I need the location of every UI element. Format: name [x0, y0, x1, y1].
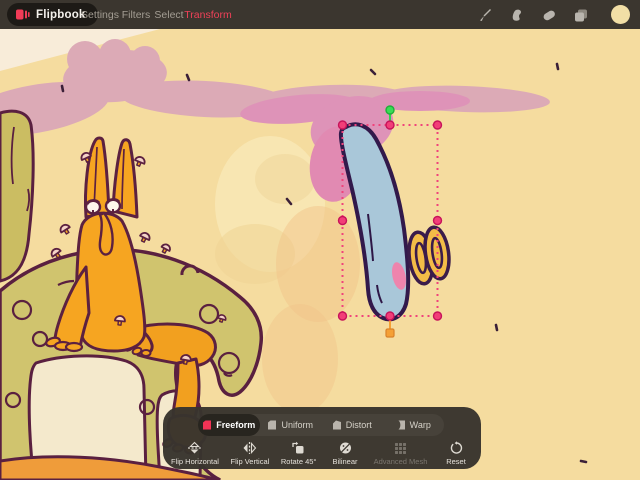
rotate-45-button[interactable]: Rotate 45°	[281, 441, 316, 467]
transform-mode-segments: Freeform Uniform Distort Warp	[198, 414, 444, 436]
reset-button[interactable]: Reset	[439, 441, 473, 467]
uniform-icon	[268, 420, 277, 430]
menu-filters[interactable]: Filters	[122, 0, 151, 29]
brush-tool-button[interactable]	[472, 0, 498, 29]
smudge-tool-button[interactable]	[504, 0, 530, 29]
bilinear-icon	[339, 442, 351, 454]
flip-horizontal-button[interactable]: Flip Horizontal	[171, 441, 219, 467]
menu-transform[interactable]: Transform	[184, 0, 231, 29]
freeform-icon	[203, 420, 212, 430]
mode-warp[interactable]: Warp	[383, 414, 445, 436]
color-swatch	[610, 5, 630, 24]
flip-horizontal-icon	[188, 441, 202, 454]
mode-distort[interactable]: Distort	[321, 414, 383, 436]
reset-icon	[450, 441, 462, 454]
flip-vertical-icon	[243, 442, 257, 454]
rotate-45-icon	[292, 441, 304, 454]
layers-icon	[575, 9, 587, 21]
flipbook-logo-icon	[16, 9, 30, 20]
menu-settings[interactable]: Settings	[81, 0, 119, 29]
brush-icon	[480, 8, 491, 21]
distort-icon	[332, 420, 341, 430]
advanced-mesh-icon	[395, 443, 406, 454]
warp-icon	[398, 420, 405, 430]
pivot-handle[interactable]	[385, 328, 395, 338]
transform-toolbar: Freeform Uniform Distort Warp Flip Horiz…	[163, 407, 481, 469]
mode-freeform[interactable]: Freeform	[198, 414, 260, 436]
eraser-icon	[543, 10, 555, 20]
flip-vertical-button[interactable]: Flip Vertical	[231, 441, 269, 467]
menu-select[interactable]: Select	[154, 0, 183, 29]
advanced-mesh-button[interactable]: Advanced Mesh	[374, 441, 427, 467]
rotate-handle[interactable]	[385, 105, 395, 115]
bilinear-button[interactable]: Bilinear	[328, 441, 362, 467]
smudge-icon	[512, 9, 521, 21]
layers-tool-button[interactable]	[568, 0, 594, 29]
mode-uniform[interactable]: Uniform	[260, 414, 322, 436]
title-bar: Flipbook Settings Filters Select Transfo…	[0, 0, 640, 29]
app-title: Flipbook	[36, 8, 86, 21]
eraser-tool-button[interactable]	[536, 0, 562, 29]
color-tool-button[interactable]	[606, 0, 634, 29]
transform-actions-row: Flip Horizontal Flip Vertical Rotate 45°	[171, 441, 473, 467]
